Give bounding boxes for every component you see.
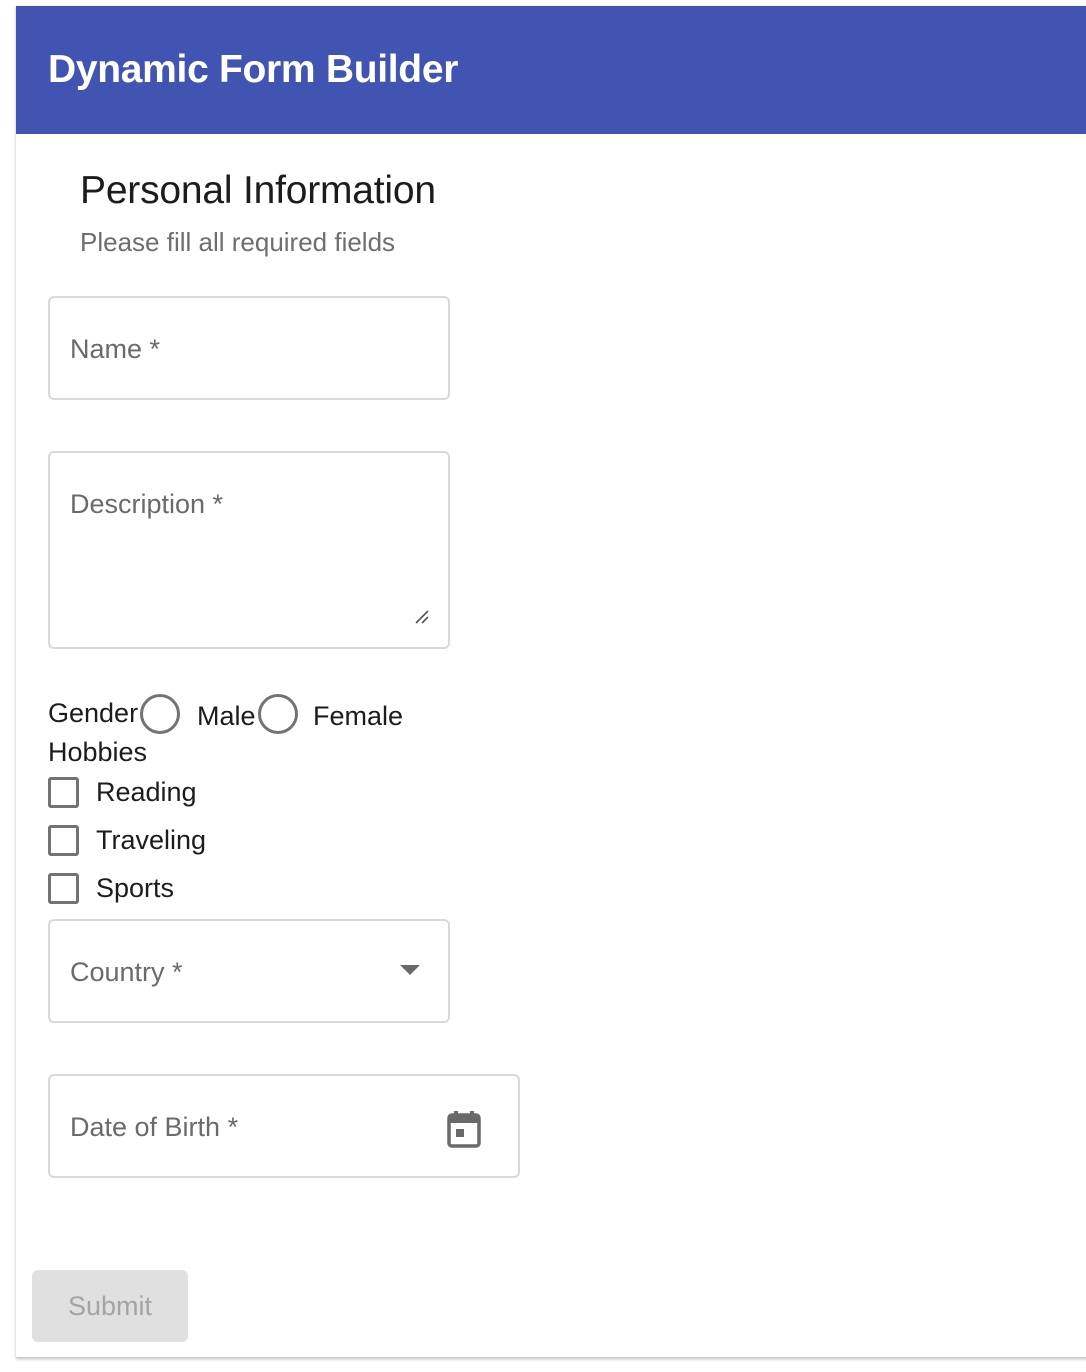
app-header: Dynamic Form Builder [16, 6, 1086, 134]
hobbies-label: Hobbies [48, 737, 148, 767]
date-of-birth-label: Date of Birth * [70, 1112, 239, 1142]
hobby-reading-label[interactable]: Reading [96, 777, 197, 808]
chevron-down-icon[interactable] [400, 965, 420, 975]
gender-male-label[interactable]: Male [197, 701, 256, 732]
calendar-icon[interactable] [446, 1110, 482, 1148]
country-select-label: Country * [70, 957, 183, 987]
resize-handle-icon[interactable] [412, 607, 430, 625]
submit-button[interactable]: Submit [32, 1270, 188, 1342]
form-card: Dynamic Form Builder Personal Informatio… [16, 6, 1086, 1358]
name-field[interactable]: Name * [48, 296, 450, 400]
date-of-birth-field[interactable]: Date of Birth * [48, 1074, 520, 1178]
hobby-traveling-checkbox[interactable] [48, 825, 79, 856]
hobby-sports-checkbox[interactable] [48, 873, 79, 904]
hobby-sports-label[interactable]: Sports [96, 873, 174, 904]
country-select[interactable]: Country * [48, 919, 450, 1023]
section-title: Personal Information [80, 169, 436, 212]
gender-male-radio[interactable] [140, 694, 180, 734]
description-field-label: Description * [70, 489, 224, 519]
hobby-traveling-label[interactable]: Traveling [96, 825, 206, 856]
section-subtitle: Please fill all required fields [80, 227, 396, 257]
name-field-label: Name * [70, 334, 161, 364]
hobby-reading-checkbox[interactable] [48, 777, 79, 808]
gender-female-radio[interactable] [258, 694, 298, 734]
app-title: Dynamic Form Builder [48, 48, 459, 91]
gender-label: Gender [48, 698, 139, 728]
description-field[interactable]: Description * [48, 451, 450, 649]
gender-female-label[interactable]: Female [313, 701, 403, 732]
